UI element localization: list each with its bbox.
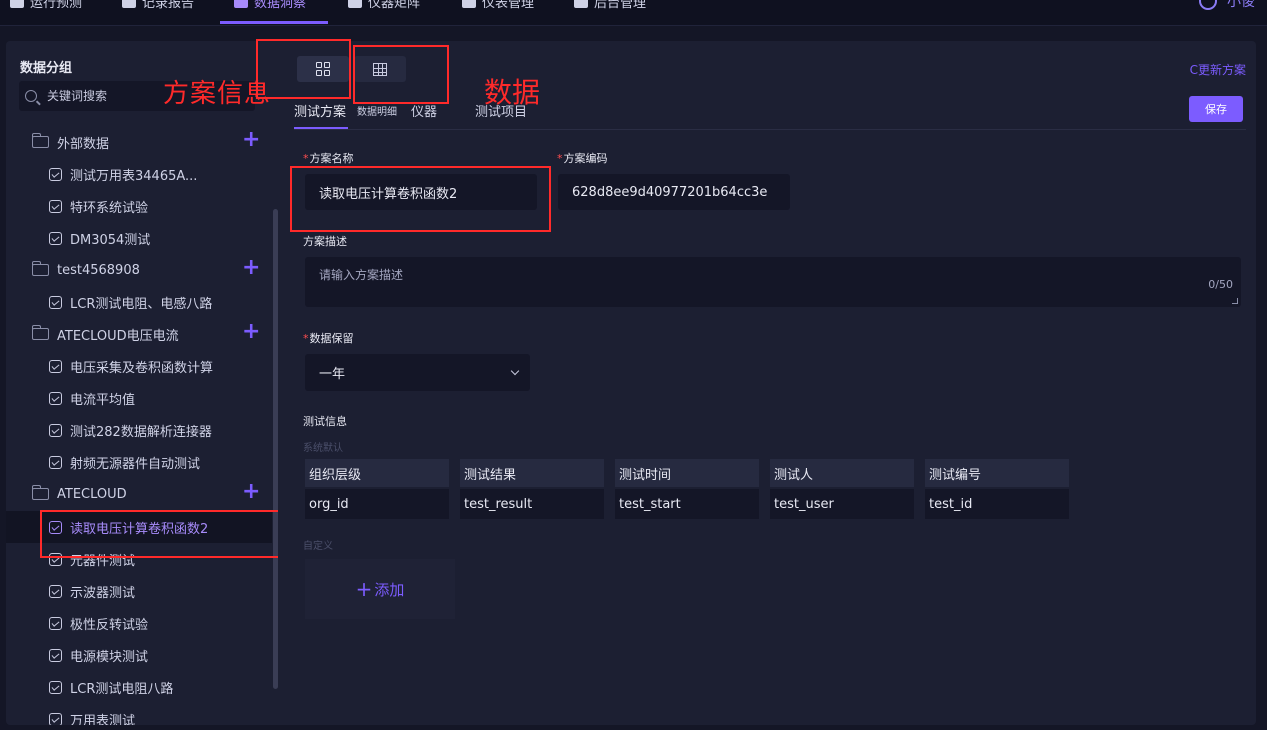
tree-item[interactable]: 射频无源器件自动测试 xyxy=(6,446,272,478)
nav-item-meter[interactable]: 仪表管理 xyxy=(462,0,534,11)
plan-name-label: *方案名称 xyxy=(303,152,354,165)
top-nav: 运行预测 记录报告 数据洞察 仪器矩阵 仪表管理 后台管理 小俊 xyxy=(0,0,1267,26)
test-info-title: 测试信息 xyxy=(303,415,347,428)
add-item-icon[interactable]: + xyxy=(242,321,260,343)
plus-icon: + xyxy=(355,577,373,601)
tab-test-plan[interactable]: 测试方案 xyxy=(294,101,346,120)
chart-file-icon xyxy=(49,584,62,598)
tree-item[interactable]: 电流平均值 xyxy=(6,382,272,414)
user-menu[interactable]: 小俊 xyxy=(1199,0,1255,11)
info-value: test_result xyxy=(460,489,604,519)
info-header: 测试人 xyxy=(770,459,914,487)
plan-desc-placeholder: 请输入方案描述 xyxy=(319,268,404,282)
system-default-label: 系统默认 xyxy=(303,443,343,454)
nav-active-indicator xyxy=(220,21,328,24)
info-value: test_id xyxy=(925,489,1069,519)
tree-group[interactable]: test4568908 + xyxy=(6,254,272,286)
gear-icon xyxy=(462,0,476,8)
nav-item-report[interactable]: 记录报告 xyxy=(122,0,194,11)
folder-icon xyxy=(31,485,49,500)
tree-item[interactable]: 极性反转试验 xyxy=(6,607,272,639)
info-header: 测试结果 xyxy=(460,459,604,487)
add-item-icon[interactable]: + xyxy=(242,129,260,151)
chart-file-icon xyxy=(49,455,62,469)
info-value: test_start xyxy=(615,489,759,519)
info-value: org_id xyxy=(305,489,449,519)
tab-active-indicator xyxy=(294,127,348,129)
tree-item[interactable]: LCR测试电阻、电感八路 xyxy=(6,286,272,318)
sidebar-scrollbar[interactable] xyxy=(273,209,278,689)
save-button[interactable]: 保存 xyxy=(1189,96,1243,122)
key-icon xyxy=(574,0,588,8)
annotation-scheme-info: 方案信息 xyxy=(163,79,272,109)
tree-item[interactable]: 测试282数据解析连接器 xyxy=(6,414,272,446)
chevron-down-icon xyxy=(510,366,520,376)
custom-label: 自定义 xyxy=(303,541,333,552)
tree-item[interactable]: 电压采集及卷积函数计算 xyxy=(6,350,272,382)
chart-file-icon xyxy=(49,423,62,437)
chart-file-icon xyxy=(49,648,62,662)
tab-data-detail[interactable]: 数据明细 xyxy=(357,103,397,118)
plan-desc-count: 0/50 xyxy=(1208,278,1233,291)
sidebar: 数据分组 方案信息 外部数据+ 测试万用表34465A... 特环系统试验 DM… xyxy=(6,41,278,725)
add-item-icon[interactable]: + xyxy=(242,257,260,279)
search-icon xyxy=(25,90,37,102)
chart-file-icon xyxy=(49,391,62,405)
sidebar-title: 数据分组 xyxy=(20,61,73,76)
plan-desc-textarea[interactable]: 请输入方案描述 0/50 xyxy=(305,257,1241,307)
plan-code-input[interactable]: 628d8ee9d40977201b64cc3e xyxy=(558,174,790,210)
tab-test-items[interactable]: 测试项目 xyxy=(475,101,527,120)
chart-file-icon xyxy=(49,295,62,309)
chart-file-icon xyxy=(49,616,62,630)
update-plan-link[interactable]: C更新方案 xyxy=(1190,61,1246,78)
plan-code-label: *方案编码 xyxy=(557,152,608,165)
tree-group[interactable]: ATECLOUD电压电流 + xyxy=(6,318,272,350)
info-header: 组织层级 xyxy=(305,459,449,487)
nav-item-data[interactable]: 数据洞察 xyxy=(234,0,306,11)
tree-group[interactable]: ATECLOUD + xyxy=(6,478,272,510)
nav-item-admin[interactable]: 后台管理 xyxy=(574,0,646,11)
retention-label: *数据保留 xyxy=(303,332,354,345)
resize-handle-icon[interactable] xyxy=(1232,298,1238,304)
document-icon xyxy=(122,0,136,8)
add-custom-button[interactable]: + 添加 xyxy=(305,559,455,619)
tree-item[interactable]: 电源模块测试 xyxy=(6,639,272,671)
nav-item-instruments[interactable]: 仪器矩阵 xyxy=(348,0,420,11)
main-card: 数据分组 方案信息 外部数据+ 测试万用表34465A... 特环系统试验 DM… xyxy=(6,39,1256,725)
folder-icon xyxy=(31,133,49,148)
annotation-box-data xyxy=(353,45,449,104)
monitor-icon xyxy=(234,0,248,8)
tab-divider xyxy=(294,129,1246,130)
retention-select[interactable]: 一年 xyxy=(305,354,530,391)
info-header: 测试时间 xyxy=(615,459,759,487)
info-header: 测试编号 xyxy=(925,459,1069,487)
plan-desc-label: 方案描述 xyxy=(303,235,347,248)
chart-file-icon xyxy=(49,680,62,694)
monitor-icon xyxy=(10,0,24,8)
tree-item[interactable]: DM3054测试 xyxy=(6,222,272,254)
tree-item[interactable]: 万用表测试 xyxy=(6,703,272,725)
add-item-icon[interactable]: + xyxy=(242,481,260,503)
chart-file-icon xyxy=(49,167,62,181)
tree-item[interactable]: 测试万用表34465A... xyxy=(6,158,272,190)
annotation-box-selected xyxy=(40,510,278,558)
folder-icon xyxy=(31,325,49,340)
annotation-box-scheme xyxy=(256,39,351,99)
folder-icon xyxy=(31,261,49,276)
tree-group[interactable]: 外部数据 + xyxy=(6,126,272,158)
tree-item[interactable]: LCR测试电阻八路 xyxy=(6,671,272,703)
tree-item[interactable]: 特环系统试验 xyxy=(6,190,272,222)
nav-item-run[interactable]: 运行预测 xyxy=(10,0,82,11)
help-icon[interactable] xyxy=(1199,0,1217,10)
keyboard-icon xyxy=(348,0,362,8)
chart-file-icon xyxy=(49,359,62,373)
info-value: test_user xyxy=(770,489,914,519)
tab-instruments[interactable]: 仪器 xyxy=(411,101,437,120)
chart-file-icon xyxy=(49,199,62,213)
tree-item[interactable]: 示波器测试 xyxy=(6,575,272,607)
chart-file-icon xyxy=(49,231,62,245)
annotation-box-name xyxy=(290,166,551,232)
chart-file-icon xyxy=(49,712,62,725)
user-name: 小俊 xyxy=(1227,0,1255,10)
